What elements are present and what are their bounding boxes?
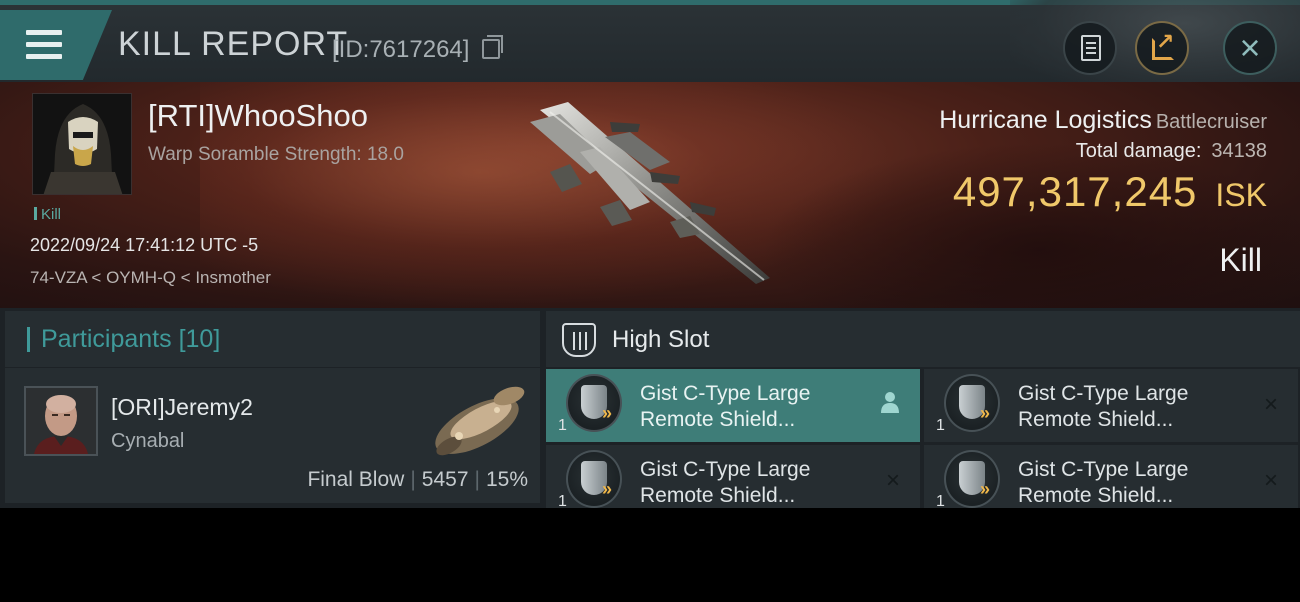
letterbox-bar [0, 508, 1300, 602]
destroyed-x-icon: × [1263, 391, 1278, 418]
participants-header[interactable]: Participants [10] [5, 311, 540, 367]
module-quantity: 1 [936, 417, 945, 434]
module-quantity: 1 [558, 417, 567, 434]
report-id: [ID:7617264] [332, 36, 470, 63]
participant-ship-image [419, 374, 539, 464]
menu-button[interactable] [0, 10, 112, 80]
isk-value: 497,317,245 ISK [953, 168, 1267, 216]
hamburger-menu-icon [26, 30, 62, 60]
copy-id-icon[interactable] [482, 35, 503, 59]
header-bar: KILL REPORT [ID:7617264] × [0, 0, 1300, 90]
result-label: Kill [1219, 242, 1262, 278]
participant-damage: 5457 [421, 468, 469, 491]
isk-amount: 497,317,245 [952, 168, 1198, 215]
module-name: Gist C-Type Large Remote Shield... [640, 382, 811, 431]
module-slot-1[interactable]: » 1 Gist C-Type Large Remote Shield... [546, 369, 920, 442]
destroyed-x-icon: × [885, 467, 900, 494]
high-slot-header: High Slot [546, 311, 1300, 367]
kill-report-screen: KILL REPORT [ID:7617264] × [0, 0, 1300, 508]
victim-portrait[interactable] [32, 93, 132, 195]
kill-banner: [RTI]WhooShoo Warp Soramble Strength: 18… [0, 82, 1300, 308]
total-damage-label: Total damage: [1075, 140, 1202, 162]
participant-avatar [24, 386, 98, 456]
module-slot-3[interactable]: » 1 Gist C-Type Large Remote Shield... × [546, 445, 920, 508]
participant-percent: 15% [485, 468, 528, 491]
clipboard-icon [1081, 35, 1101, 61]
victim-ship-name: Hurricane Logistics Battlecruiser [939, 106, 1267, 135]
close-button[interactable]: × [1223, 21, 1277, 75]
clipboard-button[interactable] [1063, 21, 1117, 75]
high-slot-icon [562, 323, 596, 357]
close-icon: × [1239, 27, 1261, 68]
module-slot-2[interactable]: » 1 Gist C-Type Large Remote Shield... × [924, 369, 1298, 442]
participants-title: Participants [10] [41, 325, 221, 353]
shield-module-icon: » [944, 450, 1000, 508]
module-quantity: 1 [936, 493, 945, 508]
nebula-shadow [760, 142, 1300, 308]
share-icon [1152, 29, 1174, 60]
page-title: KILL REPORT [118, 25, 349, 63]
shield-module-icon: » [566, 374, 622, 432]
total-damage-value: 34138 [1211, 140, 1267, 162]
share-button[interactable] [1135, 21, 1189, 75]
ship-class: Battlecruiser [1155, 111, 1267, 133]
participants-count: [10] [178, 325, 221, 353]
victim-name: [RTI]WhooShoo [148, 98, 368, 133]
kill-location: 74-VZA < OYMH-Q < Insmother [30, 268, 271, 287]
fitted-person-icon[interactable] [880, 391, 900, 419]
participant-ship: Cynabal [111, 430, 185, 452]
warp-scramble-strength: Warp Soramble Strength: 18.0 [148, 144, 404, 165]
destroyed-x-icon: × [1263, 467, 1278, 494]
module-quantity: 1 [558, 493, 567, 508]
kill-datetime: 2022/09/24 17:41:12 UTC -5 [30, 235, 259, 255]
participant-stats: Final Blow | 5457 | 15% [307, 468, 528, 491]
module-slot-4[interactable]: » 1 Gist C-Type Large Remote Shield... × [924, 445, 1298, 508]
module-name: Gist C-Type Large Remote Shield... [1018, 458, 1189, 507]
victim-ship-image [520, 92, 790, 292]
participant-role: Final Blow [307, 468, 405, 491]
module-name: Gist C-Type Large Remote Shield... [640, 458, 811, 507]
isk-unit: ISK [1215, 177, 1267, 213]
shield-module-icon: » [944, 374, 1000, 432]
participant-name: [ORI]Jeremy2 [111, 394, 253, 420]
module-name: Gist C-Type Large Remote Shield... [1018, 382, 1189, 431]
ship-name-text: Hurricane Logistics [939, 106, 1152, 134]
kill-tag: Kill [34, 206, 61, 223]
participant-row[interactable]: [ORI]Jeremy2 Cynabal Final Blow | 5457 | 15% [5, 368, 540, 503]
shield-module-icon: » [566, 450, 622, 508]
total-damage: Total damage: 34138 [1076, 140, 1267, 163]
high-slot-title: High Slot [612, 326, 710, 353]
